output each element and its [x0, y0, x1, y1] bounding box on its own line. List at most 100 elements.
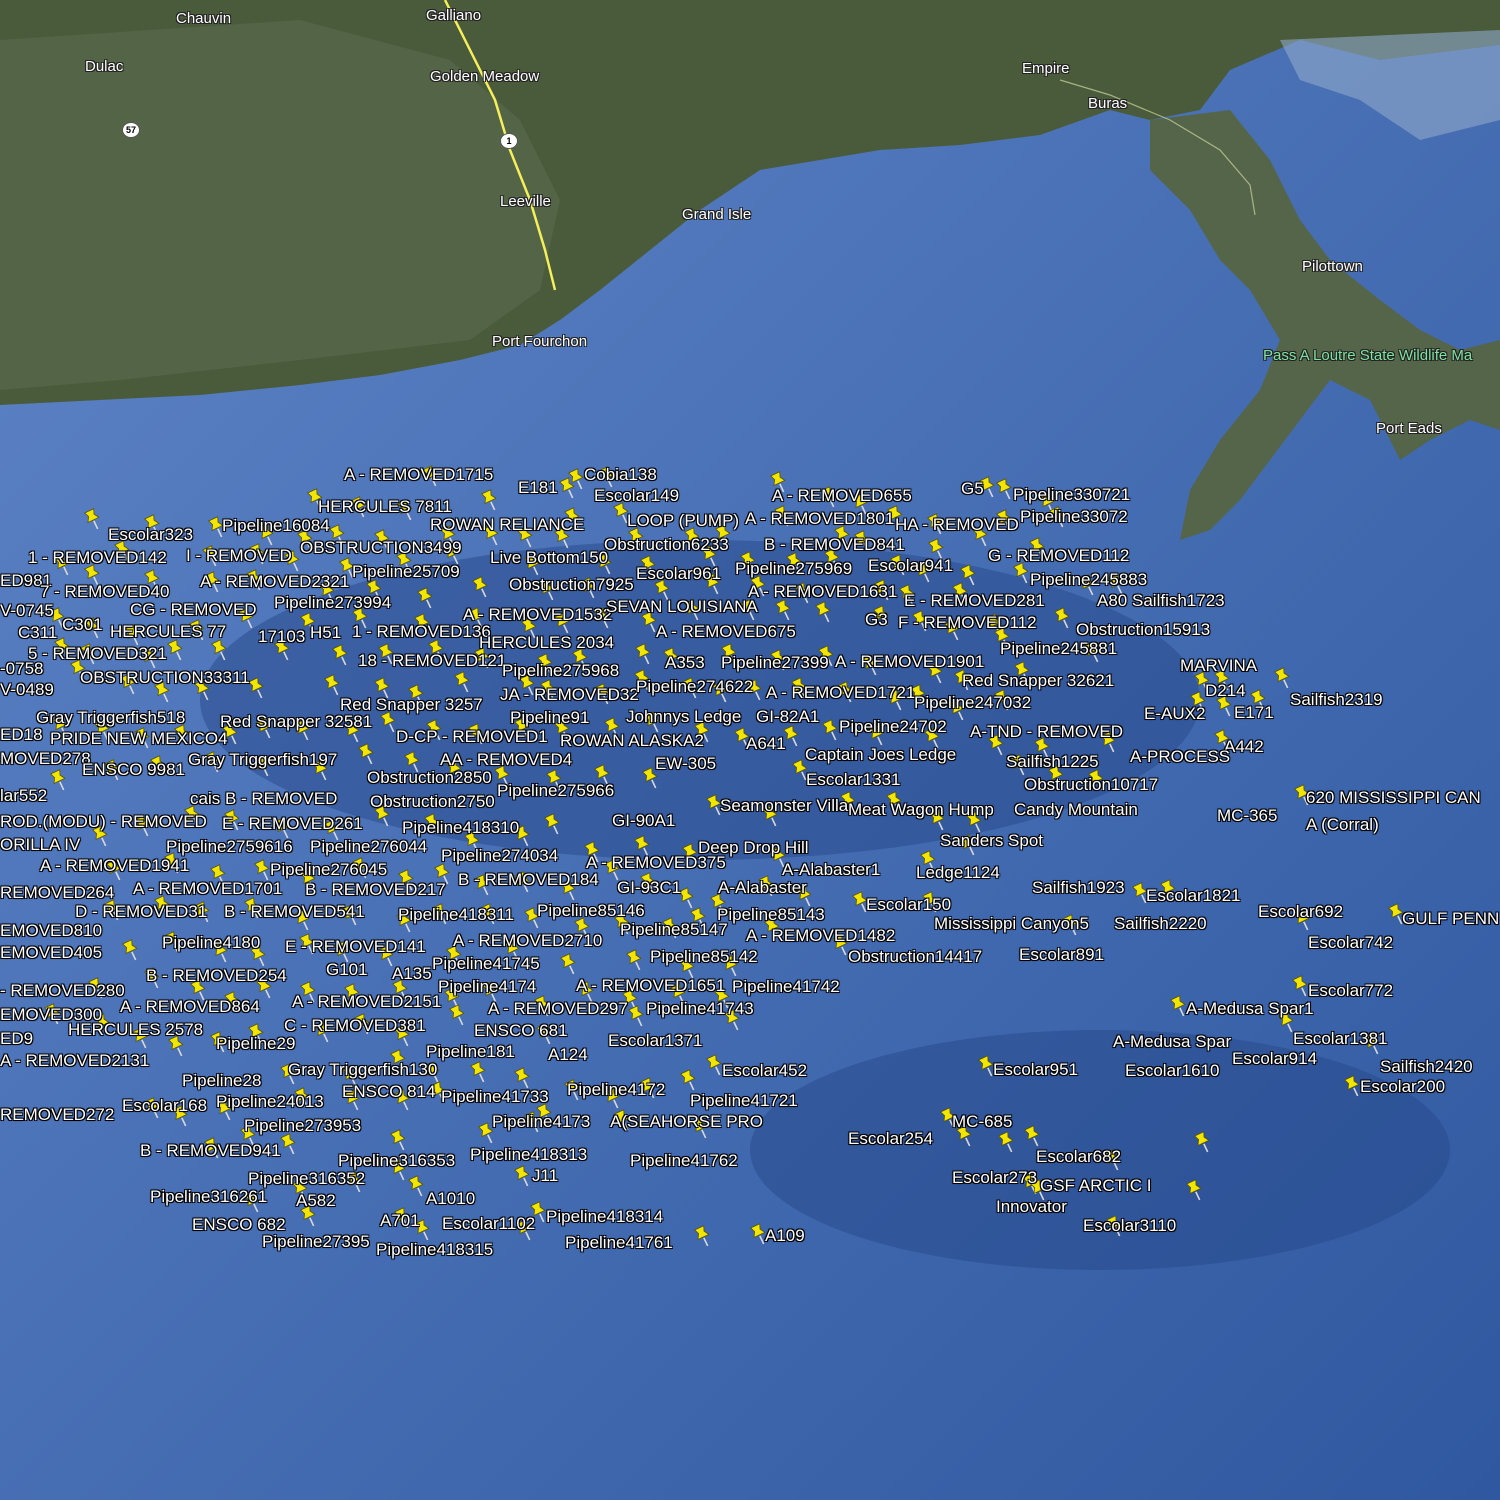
pushpin-icon[interactable] [692, 1224, 714, 1248]
placemark-label[interactable]: Escolar772 [1308, 982, 1393, 1000]
placemark-label[interactable]: D214 [1205, 682, 1246, 700]
placemark-label[interactable]: Pipeline245881 [1000, 640, 1117, 658]
placemark-label[interactable]: Sanders Spot [940, 832, 1043, 850]
placemark-label[interactable]: Pipeline41733 [441, 1088, 549, 1106]
placemark-label[interactable]: Escolar961 [636, 565, 721, 583]
placemark-label[interactable]: A - REMOVED297 [488, 1000, 628, 1018]
placemark-label[interactable]: A1010 [426, 1190, 475, 1208]
placemark-label[interactable]: A - REMOVED864 [120, 998, 260, 1016]
placemark-label[interactable]: A - REMOVED1715 [344, 466, 493, 484]
placemark-label[interactable]: Pipeline274034 [441, 847, 558, 865]
placemark-label[interactable]: 1 - REMOVED142 [28, 549, 167, 567]
placemark-label[interactable]: SEVAN LOUISIANA [606, 598, 758, 616]
placemark-label[interactable]: Pipeline41742 [732, 978, 840, 996]
placemark-label[interactable]: A-Medusa Spar1 [1186, 1000, 1314, 1018]
placemark-label[interactable]: A-Alabaster1 [782, 861, 880, 879]
pushpin-icon[interactable] [996, 1130, 1018, 1154]
placemark-label[interactable]: A - REMOVED1901 [835, 653, 984, 671]
placemark-label[interactable]: MARVINA [1180, 657, 1257, 675]
place-label[interactable]: Empire [1022, 60, 1070, 77]
placemark-label[interactable]: B - REMOVED184 [458, 871, 599, 889]
placemark-label[interactable]: A701 [380, 1212, 420, 1230]
placemark-label[interactable]: Candy Mountain [1014, 801, 1138, 819]
placemark-label[interactable]: Johnnys Ledge [626, 708, 741, 726]
placemark-label[interactable]: E - REMOVED261 [222, 815, 363, 833]
place-label[interactable]: Pass A Loutre State Wildlife Ma [1263, 347, 1472, 364]
placemark-label[interactable]: Obstruction2750 [370, 793, 495, 811]
placemark-label[interactable]: V-0489 [0, 681, 54, 699]
placemark-label[interactable]: A - REMOVED1651 [576, 977, 725, 995]
placemark-label[interactable]: Obstruction10717 [1024, 776, 1158, 794]
placemark-label[interactable]: Escolar1331 [806, 771, 901, 789]
placemark-label[interactable]: B - REMOVED941 [140, 1142, 281, 1160]
placemark-label[interactable]: Pipeline24013 [216, 1093, 324, 1111]
placemark-label[interactable]: Pipeline418313 [470, 1146, 587, 1164]
place-label[interactable]: Dulac [85, 58, 123, 75]
placemark-label[interactable]: REMOVED272 [0, 1106, 114, 1124]
placemark-label[interactable]: Cobia138 [584, 466, 657, 484]
placemark-label[interactable]: Red Snapper 32621 [962, 672, 1114, 690]
pushpin-icon[interactable] [542, 812, 564, 836]
pushpin-icon[interactable] [468, 1060, 490, 1084]
placemark-label[interactable]: Pipeline85146 [537, 902, 645, 920]
placemark-label[interactable]: HERCULES 77 [110, 623, 226, 641]
placemark-label[interactable]: Pipeline2759616 [166, 838, 293, 856]
placemark-label[interactable]: A - REMOVED655 [772, 487, 912, 505]
pushpin-icon[interactable] [330, 643, 352, 667]
placemark-label[interactable]: HERCULES 2034 [479, 634, 614, 652]
placemark-label[interactable]: Escolar149 [594, 487, 679, 505]
pushpin-icon[interactable] [388, 1128, 410, 1152]
placemark-label[interactable]: G - REMOVED112 [988, 547, 1129, 565]
placemark-label[interactable]: B - REMOVED217 [305, 881, 446, 899]
placemark-label[interactable]: - REMOVED280 [0, 982, 125, 1000]
placemark-label[interactable]: HERCULES 2578 [68, 1021, 203, 1039]
pushpin-icon[interactable] [558, 952, 580, 976]
placemark-label[interactable]: EMOVED810 [0, 922, 102, 940]
placemark-label[interactable]: Escolar1821 [1146, 887, 1241, 905]
placemark-label[interactable]: V-0745 [0, 602, 54, 620]
placemark-label[interactable]: A641 [746, 735, 786, 753]
place-label[interactable]: Port Fourchon [492, 333, 587, 350]
placemark-label[interactable]: H51 [310, 624, 341, 642]
placemark-label[interactable]: C301 [62, 616, 103, 634]
placemark-label[interactable]: A - REMOVED2131 [0, 1052, 149, 1070]
place-label[interactable]: Pilottown [1302, 258, 1363, 275]
placemark-label[interactable]: Pipeline276044 [310, 838, 427, 856]
placemark-label[interactable]: G5 [961, 480, 984, 498]
placemark-label[interactable]: A-TND - REMOVED [970, 723, 1123, 741]
placemark-label[interactable]: Pipeline276045 [270, 861, 387, 879]
placemark-label[interactable]: ROWAN RELIANCE [430, 516, 584, 534]
placemark-label[interactable]: Pipeline85143 [717, 906, 825, 924]
placemark-label[interactable]: cais B - REMOVED [190, 790, 337, 808]
pushpin-icon[interactable] [626, 1004, 648, 1028]
placemark-label[interactable]: Pipeline316261 [150, 1188, 267, 1206]
place-label[interactable]: Galliano [426, 7, 481, 24]
placemark-label[interactable]: JA - REMOVED32 [500, 686, 639, 704]
placemark-label[interactable]: Escolar323 [108, 526, 193, 544]
pushpin-icon[interactable] [322, 673, 344, 697]
pushpin-icon[interactable] [278, 1132, 300, 1156]
pushpin-icon[interactable] [1052, 606, 1074, 630]
placemark-label[interactable]: Captain Joes Ledge [805, 746, 956, 764]
placemark-label[interactable]: A - REMOVED2321 [200, 573, 349, 591]
pushpin-icon[interactable] [120, 938, 142, 962]
placemark-label[interactable]: E - REMOVED141 [285, 938, 426, 956]
pushpin-icon[interactable] [406, 1174, 428, 1198]
placemark-label[interactable]: PRIDE NEW MEXICO4 [50, 730, 228, 748]
pushpin-icon[interactable] [773, 598, 795, 622]
placemark-label[interactable]: OBSTRUCTION3499 [300, 539, 462, 557]
placemark-label[interactable]: MC-365 [1217, 807, 1277, 825]
pushpin-icon[interactable] [624, 948, 646, 972]
placemark-label[interactable]: Pipeline4173 [492, 1113, 590, 1131]
placemark-label[interactable]: E171 [1234, 704, 1274, 722]
placemark-label[interactable]: GULF PENN [1402, 910, 1499, 928]
placemark-label[interactable]: Pipeline330721 [1013, 486, 1130, 504]
placemark-label[interactable]: ORILLA IV [0, 836, 80, 854]
placemark-label[interactable]: Pipeline316352 [248, 1170, 365, 1188]
placemark-label[interactable]: A - REMOVED2710 [453, 932, 602, 950]
placemark-label[interactable]: Escolar682 [1036, 1148, 1121, 1166]
placemark-label[interactable]: Escolar200 [1360, 1078, 1445, 1096]
placemark-label[interactable]: D - REMOVED31 [75, 903, 207, 921]
pushpin-icon[interactable] [678, 1068, 700, 1092]
placemark-label[interactable]: A - REMOVED1801 [745, 510, 894, 528]
